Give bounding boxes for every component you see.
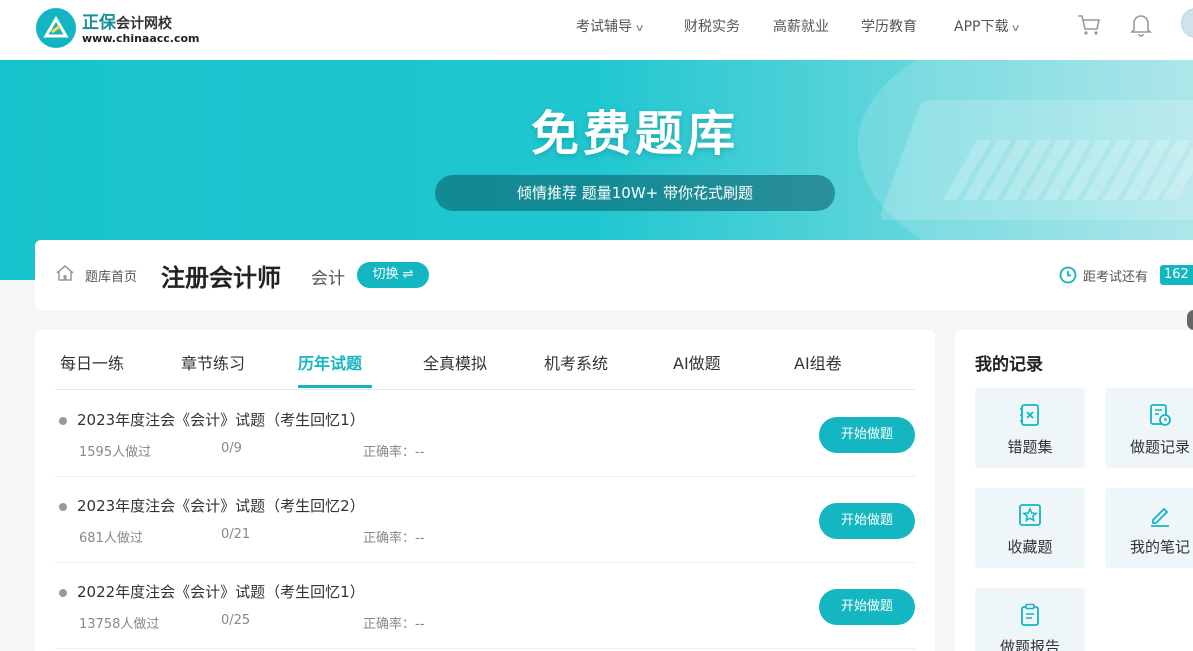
paper-attempt-count: 681人做过 [79,531,143,546]
bullet-icon [59,417,67,425]
banner-slogan: 倾情推荐 题量10W+ 带你花式刷题 [435,175,835,211]
clock-icon [1059,266,1077,288]
practice-history-tile[interactable]: 做题记录 [1105,388,1193,468]
countdown-label: 距考试还有 [1083,270,1149,285]
tab-ai-practice[interactable]: AI做题 [673,350,721,374]
paper-progress: 0/21 [221,527,251,542]
records-title: 我的记录 [975,355,1043,375]
logo[interactable]: 正保会计网校 www.chinaacc.com [36,6,200,50]
paper-accuracy: 正确率：-- [363,617,425,632]
paper-accuracy: 正确率：-- [363,445,425,460]
cart-icon[interactable] [1076,12,1102,42]
practice-report-tile[interactable]: 做题报告 [975,588,1085,651]
subject-bar: 题库首页 注册会计师 会计 切换 ⇌ 距考试还有 162 [35,240,1193,310]
nav-app-download[interactable]: APP下载 ∨ [954,16,1022,36]
tab-past-exams[interactable]: 历年试题 [298,350,362,374]
paper-row: 2023年度注会《会计》试题（考生回忆2） 681人做过 0/21 正确率：--… [55,477,915,563]
nav-tax-practice[interactable]: 财税实务 [684,16,740,36]
active-tab-indicator [298,385,372,388]
logo-title: 正保会计网校 [82,13,172,33]
logo-url: www.chinaacc.com [82,32,200,45]
start-practice-button[interactable]: 开始做题 [819,589,915,625]
banner-title: 免费题库 [530,106,739,162]
tile-label: 错题集 [1007,438,1053,456]
paper-progress: 0/25 [221,613,251,628]
tile-label: 做题报告 [999,638,1060,651]
paper-title[interactable]: 2022年度注会《会计》试题（考生回忆1） [77,581,365,602]
nav-exam-tutoring[interactable]: 考试辅导 ∨ [576,16,645,36]
paper-progress: 0/9 [221,441,242,456]
tab-chapter-practice[interactable]: 章节练习 [181,350,245,374]
tile-label: 收藏题 [1007,538,1053,556]
tab-daily-practice[interactable]: 每日一练 [60,350,124,374]
bell-icon[interactable] [1129,12,1153,42]
pencil-icon [1147,502,1173,532]
tile-label: 我的笔记 [1129,538,1190,556]
page-title: 注册会计师 [161,264,281,292]
my-records-panel: 我的记录 错题集 做题记录 收藏题 我的笔记 做题报告 [955,330,1193,651]
tab-computer-exam[interactable]: 机考系统 [544,350,608,374]
home-icon[interactable] [55,264,75,286]
report-icon [1017,602,1043,632]
paper-row: 2022年度注会《会计》试题（考生回忆1） 13758人做过 0/25 正确率：… [55,563,915,649]
start-practice-button[interactable]: 开始做题 [819,503,915,539]
chevron-down-icon: ∨ [634,23,645,34]
paper-title[interactable]: 2023年度注会《会计》试题（考生回忆2） [77,495,365,516]
paper-attempt-count: 13758人做过 [79,617,160,632]
tile-label: 做题记录 [1129,438,1190,456]
avatar[interactable] [1181,8,1193,38]
paper-attempt-count: 1595人做过 [79,445,152,460]
switch-subject-button[interactable]: 切换 ⇌ [357,262,429,288]
nav-employment[interactable]: 高薪就业 [773,16,829,36]
favorites-tile[interactable]: 收藏题 [975,488,1085,568]
tab-ai-paper[interactable]: AI组卷 [794,350,842,374]
paper-accuracy: 正确率：-- [363,531,425,546]
scrollbar-handle[interactable] [1187,310,1193,330]
countdown-days: 162 [1160,265,1193,285]
bullet-icon [59,589,67,597]
nav-education[interactable]: 学历教育 [861,16,917,36]
chevron-down-icon: ∨ [1011,23,1022,34]
tab-bar: 每日一练 章节练习 历年试题 全真模拟 机考系统 AI做题 AI组卷 [55,330,915,390]
subject-name: 会计 [311,269,345,289]
my-notes-tile[interactable]: 我的笔记 [1105,488,1193,568]
paper-row: 2023年度注会《会计》试题（考生回忆1） 1595人做过 0/9 正确率：--… [55,391,915,477]
start-practice-button[interactable]: 开始做题 [819,417,915,453]
top-bar: 正保会计网校 www.chinaacc.com 考试辅导 ∨ 财税实务 高薪就业 … [0,0,1193,60]
bullet-icon [59,503,67,511]
question-list-panel: 每日一练 章节练习 历年试题 全真模拟 机考系统 AI做题 AI组卷 2023年… [35,330,935,651]
paper-title[interactable]: 2023年度注会《会计》试题（考生回忆1） [77,409,365,430]
history-icon [1147,402,1173,432]
breadcrumb-home[interactable]: 题库首页 [85,266,137,285]
wrong-questions-tile[interactable]: 错题集 [975,388,1085,468]
star-icon [1017,502,1043,532]
logo-mark-icon [36,8,76,48]
wrong-book-icon [1017,402,1043,432]
tab-mock-exam[interactable]: 全真模拟 [423,350,487,374]
